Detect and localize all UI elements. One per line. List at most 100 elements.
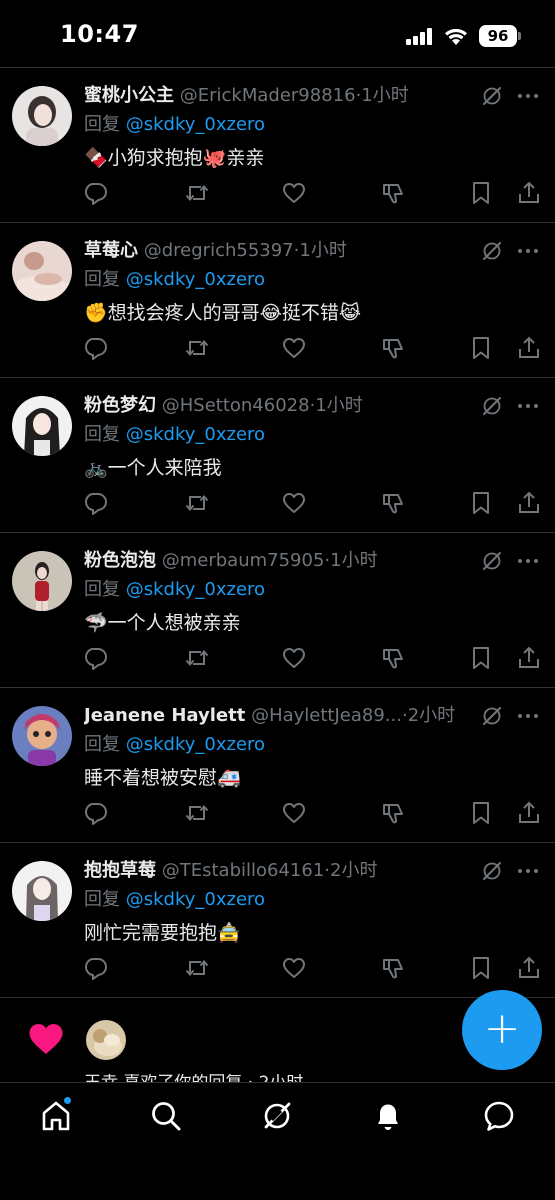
action-bar [0, 800, 555, 828]
like-button[interactable] [281, 180, 307, 206]
like-button[interactable] [281, 645, 307, 671]
mention-link[interactable]: @skdky_0xzero [126, 424, 265, 445]
user-handle[interactable]: @TEstabillo64161 [162, 860, 325, 881]
share-button[interactable] [516, 955, 542, 981]
display-name[interactable]: Jeanene Haylett [84, 705, 245, 726]
dislike-button[interactable] [381, 645, 407, 671]
user-handle[interactable]: @merbaum75905 [162, 550, 325, 571]
dislike-icon [381, 649, 407, 675]
emoji-lead: 🚲 [84, 457, 108, 479]
avatar[interactable] [86, 1020, 126, 1060]
avatar[interactable] [12, 241, 72, 301]
repost-button[interactable] [184, 800, 210, 826]
reply-text-main: 小狗求抱抱 [107, 147, 203, 169]
reply-text-main: 一个人来陪我 [107, 457, 222, 479]
replying-to: 回复 @skdky_0xzero [84, 112, 265, 138]
reply-button[interactable] [83, 645, 109, 671]
display-name[interactable]: 粉色泡泡 [84, 550, 156, 571]
share-button[interactable] [516, 645, 542, 671]
grok-icon[interactable] [481, 860, 503, 882]
bookmark-button[interactable] [468, 490, 494, 516]
reply-button[interactable] [83, 955, 109, 981]
messages-icon[interactable] [482, 1099, 516, 1133]
grok-icon[interactable] [481, 240, 503, 262]
like-button[interactable] [281, 955, 307, 981]
display-name[interactable]: 草莓心 [84, 240, 138, 261]
dislike-button[interactable] [381, 335, 407, 361]
avatar[interactable] [12, 551, 72, 611]
grok-icon[interactable] [481, 85, 503, 107]
user-handle[interactable]: @ErickMader98816 [180, 85, 356, 106]
mention-link[interactable]: @skdky_0xzero [126, 889, 265, 910]
bookmark-icon [468, 182, 494, 210]
mention-link[interactable]: @skdky_0xzero [126, 734, 265, 755]
author-line: 粉色泡泡 @merbaum75905·1小时 [84, 548, 469, 574]
bookmark-button[interactable] [468, 335, 494, 361]
share-button[interactable] [516, 800, 542, 826]
like-button[interactable] [281, 490, 307, 516]
repost-button[interactable] [184, 645, 210, 671]
bookmark-button[interactable] [468, 180, 494, 206]
dislike-button[interactable] [381, 180, 407, 206]
home-icon[interactable] [39, 1096, 73, 1133]
grok-icon[interactable] [481, 550, 503, 572]
repost-button[interactable] [184, 180, 210, 206]
more-options-icon[interactable] [515, 550, 541, 572]
avatar[interactable] [12, 86, 72, 146]
avatar[interactable] [12, 706, 72, 766]
grok-icon[interactable] [260, 1099, 294, 1133]
reply-button[interactable] [83, 335, 109, 361]
reply-button[interactable] [83, 800, 109, 826]
reply-item[interactable]: Jeanene Haylett @HaylettJea89...·2小时 回复 @… [0, 688, 555, 843]
bookmark-button[interactable] [468, 645, 494, 671]
dislike-button[interactable] [381, 800, 407, 826]
reply-item[interactable]: 粉色梦幻 @HSetton46028·1小时 回复 @skdky_0xzero 🚲一… [0, 378, 555, 533]
emoji-mid: 😂 [259, 302, 282, 324]
user-handle[interactable]: @HaylettJea89... [251, 705, 402, 726]
compose-button[interactable]: + [462, 990, 542, 1070]
share-button[interactable] [516, 180, 542, 206]
repost-button[interactable] [184, 335, 210, 361]
grok-icon[interactable] [481, 395, 503, 417]
reply-item[interactable]: 粉色泡泡 @merbaum75905·1小时 回复 @skdky_0xzero 🦈一… [0, 533, 555, 688]
more-options-icon[interactable] [515, 240, 541, 262]
reply-button[interactable] [83, 490, 109, 516]
reply-item[interactable]: 抱抱草莓 @TEstabillo64161·2小时 回复 @skdky_0xzer… [0, 843, 555, 998]
more-options-icon[interactable] [515, 85, 541, 107]
display-name[interactable]: 粉色梦幻 [84, 395, 156, 416]
battery-icon: 96 [479, 25, 521, 47]
display-name[interactable]: 抱抱草莓 [84, 860, 156, 881]
dislike-button[interactable] [381, 955, 407, 981]
more-options-icon[interactable] [515, 395, 541, 417]
mention-link[interactable]: @skdky_0xzero [126, 269, 265, 290]
display-name[interactable]: 蜜桃小公主 [84, 85, 174, 106]
repost-button[interactable] [184, 490, 210, 516]
avatar[interactable] [12, 396, 72, 456]
user-handle[interactable]: @dregrich55397 [144, 240, 294, 261]
replying-label: 回复 [84, 734, 120, 755]
reply-button[interactable] [83, 180, 109, 206]
like-button[interactable] [281, 335, 307, 361]
search-icon[interactable] [149, 1099, 183, 1133]
more-options-icon[interactable] [515, 705, 541, 727]
reply-icon [83, 493, 109, 520]
notifications-icon[interactable] [371, 1099, 405, 1133]
reply-item[interactable]: 蜜桃小公主 @ErickMader98816·1小时 回复 @skdky_0xze… [0, 68, 555, 223]
share-button[interactable] [516, 335, 542, 361]
user-handle[interactable]: @HSetton46028 [162, 395, 310, 416]
avatar[interactable] [12, 861, 72, 921]
mention-link[interactable]: @skdky_0xzero [126, 579, 265, 600]
dislike-button[interactable] [381, 490, 407, 516]
more-options-icon[interactable] [515, 860, 541, 882]
reply-feed[interactable]: 蜜桃小公主 @ErickMader98816·1小时 回复 @skdky_0xze… [0, 68, 555, 998]
bookmark-button[interactable] [468, 955, 494, 981]
like-button[interactable] [281, 800, 307, 826]
reply-item[interactable]: 草莓心 @dregrich55397·1小时 回复 @skdky_0xzero ✊想… [0, 223, 555, 378]
mention-link[interactable]: @skdky_0xzero [126, 114, 265, 135]
repost-button[interactable] [184, 955, 210, 981]
dislike-icon [381, 804, 407, 830]
grok-icon[interactable] [481, 705, 503, 727]
reply-text: 🍫小狗求抱抱🐙亲亲 [84, 144, 264, 172]
bookmark-button[interactable] [468, 800, 494, 826]
share-button[interactable] [516, 490, 542, 516]
